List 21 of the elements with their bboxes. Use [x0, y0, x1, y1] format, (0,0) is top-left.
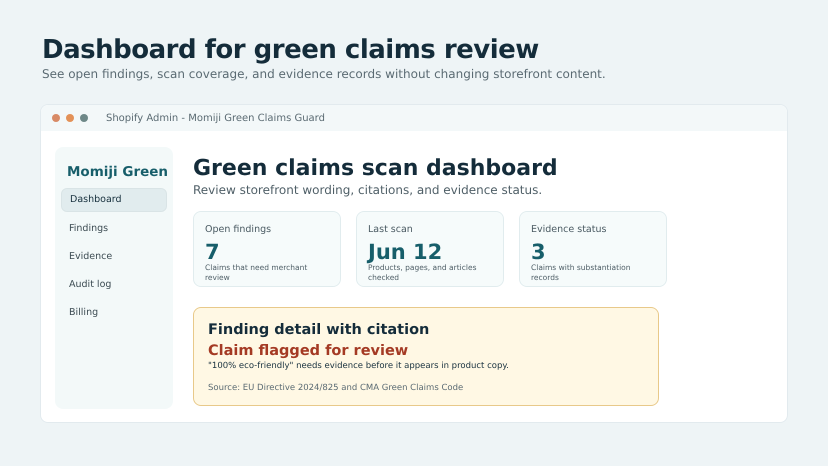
- finding-heading: Claim flagged for review: [208, 343, 410, 359]
- window-title: Shopify Admin - Momiji Green Claims Guard: [106, 112, 325, 124]
- sidebar-item[interactable]: Findings: [61, 218, 167, 240]
- stat-label: Last scan: [368, 224, 414, 235]
- page-subtitle: See open findings, scan coverage, and evidence records without changing storefront content.: [42, 66, 607, 82]
- citation-source: Source: EU Directive 2024/825 and CMA Green Claims Code: [208, 383, 464, 393]
- stat-label: Open findings: [205, 224, 272, 235]
- page-title: Dashboard for green claims review: [42, 34, 540, 66]
- stat-value: 3: [531, 241, 547, 263]
- sidebar-item[interactable]: Audit log: [61, 274, 167, 296]
- sidebar-item[interactable]: Billing: [61, 302, 167, 324]
- stat-value: 7: [205, 241, 221, 263]
- finding-title: Finding detail with citation: [208, 322, 430, 338]
- finding-text: "100% eco-friendly" needs evidence before it appears in product copy.: [208, 361, 510, 371]
- sidebar-item[interactable]: Dashboard: [61, 188, 167, 212]
- sidebar-item[interactable]: Evidence: [61, 246, 167, 268]
- stat-value: Jun 12: [368, 241, 444, 263]
- dashboard-title: Green claims scan dashboard: [193, 155, 559, 183]
- stat-label: Evidence status: [531, 224, 608, 235]
- brand-name: Momiji Green: [66, 163, 167, 181]
- dashboard-subtitle: Review storefront wording, citations, and evidence status.: [193, 183, 544, 197]
